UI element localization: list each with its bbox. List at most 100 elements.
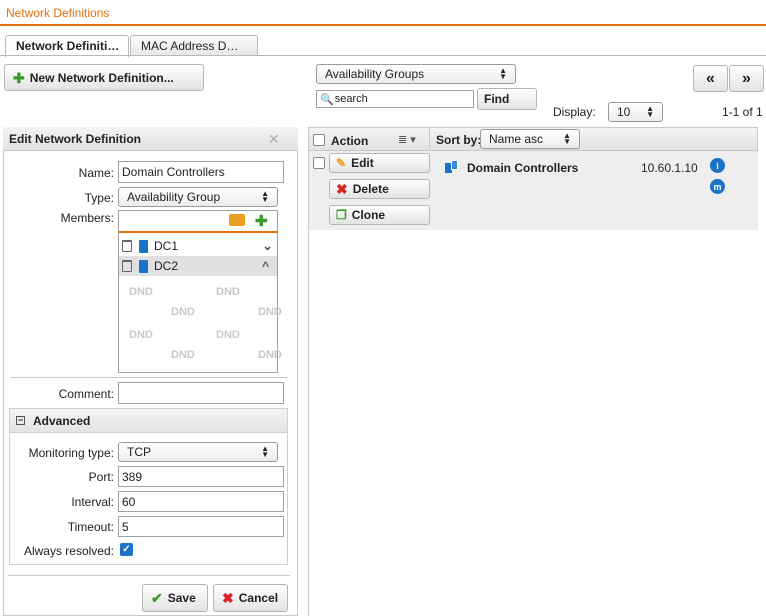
monitor-icon[interactable]: m	[710, 179, 725, 194]
cancel-label: Cancel	[238, 591, 279, 605]
move-down-icon[interactable]: ⌄	[262, 238, 273, 254]
page-title: Network Definitions	[6, 6, 110, 20]
always-resolved-label: Always resolved:	[23, 544, 114, 558]
dnd-placeholder: DND	[216, 329, 240, 341]
interval-label: Interval:	[71, 495, 114, 509]
select-arrows-icon: ▲ ▼	[563, 131, 571, 146]
network-definition-name[interactable]: Domain Controllers	[467, 161, 578, 175]
sort-select[interactable]: Name asc ▲ ▼	[480, 129, 580, 149]
server-group-icon	[445, 160, 459, 173]
delete-label: Delete	[352, 182, 389, 196]
close-icon[interactable]: ✕	[268, 131, 280, 148]
title-divider	[0, 24, 766, 26]
dnd-placeholder: DND	[258, 306, 282, 318]
search-icon: 🔍	[320, 93, 334, 106]
sort-by-label: Sort by:	[436, 133, 482, 147]
action-header: Action	[331, 134, 369, 148]
filter-select[interactable]: Availability Groups ▲ ▼	[316, 64, 516, 84]
edit-icon: ✎	[336, 156, 347, 170]
advanced-title: Advanced	[33, 413, 91, 428]
tab-network-definitions[interactable]: Network Definiti…	[5, 35, 129, 57]
display-label: Display:	[553, 105, 596, 119]
trash-icon[interactable]	[122, 260, 132, 272]
info-icon[interactable]: i	[710, 158, 725, 173]
dnd-placeholder: DND	[171, 306, 195, 318]
paging-info: 1-1 of 1	[722, 105, 763, 119]
timeout-field[interactable]: 5	[118, 516, 284, 537]
server-icon	[139, 239, 148, 253]
monitoring-type-select[interactable]: TCP ▲ ▼	[118, 442, 278, 462]
filter-select-value: Availability Groups	[325, 67, 425, 81]
comment-label: Comment:	[58, 387, 114, 401]
find-button[interactable]: Find	[477, 88, 537, 110]
members-toolbar	[119, 211, 277, 233]
add-member-icon[interactable]: ✚	[255, 212, 268, 230]
member-name: DC1	[154, 239, 179, 253]
advanced-header[interactable]: − Advanced	[10, 409, 287, 433]
monitoring-type-value: TCP	[127, 445, 151, 459]
member-row[interactable]: DC1 ⌄	[119, 236, 277, 256]
tab-mac-address[interactable]: MAC Address D…	[130, 35, 258, 56]
row-checkbox[interactable]	[313, 157, 325, 169]
port-label: Port:	[88, 470, 114, 484]
display-count-value: 10	[617, 105, 631, 119]
name-field[interactable]: Domain Controllers	[118, 161, 284, 183]
select-arrows-icon: ▲ ▼	[261, 189, 269, 204]
comment-field[interactable]	[118, 382, 284, 404]
select-arrows-icon: ▲ ▼	[646, 104, 654, 119]
new-network-definition-label: New Network Definition...	[29, 70, 174, 85]
save-button[interactable]: ✔ Save	[142, 584, 208, 612]
tab-divider	[0, 55, 766, 56]
clone-label: Clone	[351, 208, 386, 222]
select-arrows-icon: ▲ ▼	[499, 66, 507, 81]
clone-icon: ❐	[336, 208, 347, 222]
dnd-placeholder: DND	[216, 286, 240, 298]
divider	[10, 377, 288, 378]
server-icon	[139, 259, 148, 273]
type-select[interactable]: Availability Group ▲ ▼	[118, 187, 278, 207]
divider	[8, 575, 290, 576]
clone-button[interactable]: ❐ Clone	[329, 205, 430, 225]
always-resolved-checkbox[interactable]: ✓	[120, 543, 133, 556]
divider	[429, 127, 430, 151]
plus-icon: ✚	[13, 69, 25, 86]
edit-panel-title: Edit Network Definition	[3, 127, 298, 151]
name-label: Name:	[78, 166, 114, 180]
new-network-definition-button[interactable]: ✚ New Network Definition...	[4, 64, 204, 91]
search-input[interactable]: 🔍 search	[316, 90, 474, 108]
collapse-icon[interactable]: −	[16, 416, 25, 425]
column-menu-icon[interactable]: ≣ ▾	[398, 133, 416, 146]
select-arrows-icon: ▲ ▼	[261, 444, 269, 459]
member-name: DC2	[154, 259, 179, 273]
prev-page-button[interactable]: «	[693, 65, 728, 92]
dnd-placeholder: DND	[129, 286, 153, 298]
edit-button[interactable]: ✎ Edit	[329, 153, 430, 173]
edit-label: Edit	[351, 156, 374, 170]
select-all-checkbox[interactable]	[313, 134, 325, 146]
delete-button[interactable]: ✖ Delete	[329, 179, 430, 199]
save-label: Save	[167, 591, 196, 605]
interval-field[interactable]: 60	[118, 491, 284, 512]
dnd-placeholder: DND	[258, 349, 282, 361]
folder-icon[interactable]	[229, 214, 245, 226]
dnd-placeholder: DND	[129, 329, 153, 341]
search-placeholder: search	[334, 93, 368, 105]
type-select-value: Availability Group	[127, 190, 221, 204]
x-icon: ✖	[222, 590, 234, 606]
type-label: Type:	[84, 191, 114, 205]
trash-icon[interactable]	[122, 240, 132, 252]
members-label: Members:	[60, 211, 114, 225]
move-up-icon[interactable]: ^	[262, 259, 269, 273]
display-count-select[interactable]: 10 ▲ ▼	[608, 102, 663, 122]
check-icon: ✔	[151, 590, 163, 606]
member-row[interactable]: DC2 ^	[119, 256, 277, 276]
port-field[interactable]: 389	[118, 466, 284, 487]
timeout-label: Timeout:	[67, 520, 114, 534]
next-page-button[interactable]: »	[729, 65, 764, 92]
dnd-placeholder: DND	[171, 349, 195, 361]
monitoring-type-label: Monitoring type:	[28, 446, 114, 460]
x-icon: ✖	[336, 181, 348, 197]
cancel-button[interactable]: ✖ Cancel	[213, 584, 288, 612]
sort-select-value: Name asc	[489, 132, 544, 146]
network-definition-address: 10.60.1.10	[641, 161, 698, 175]
